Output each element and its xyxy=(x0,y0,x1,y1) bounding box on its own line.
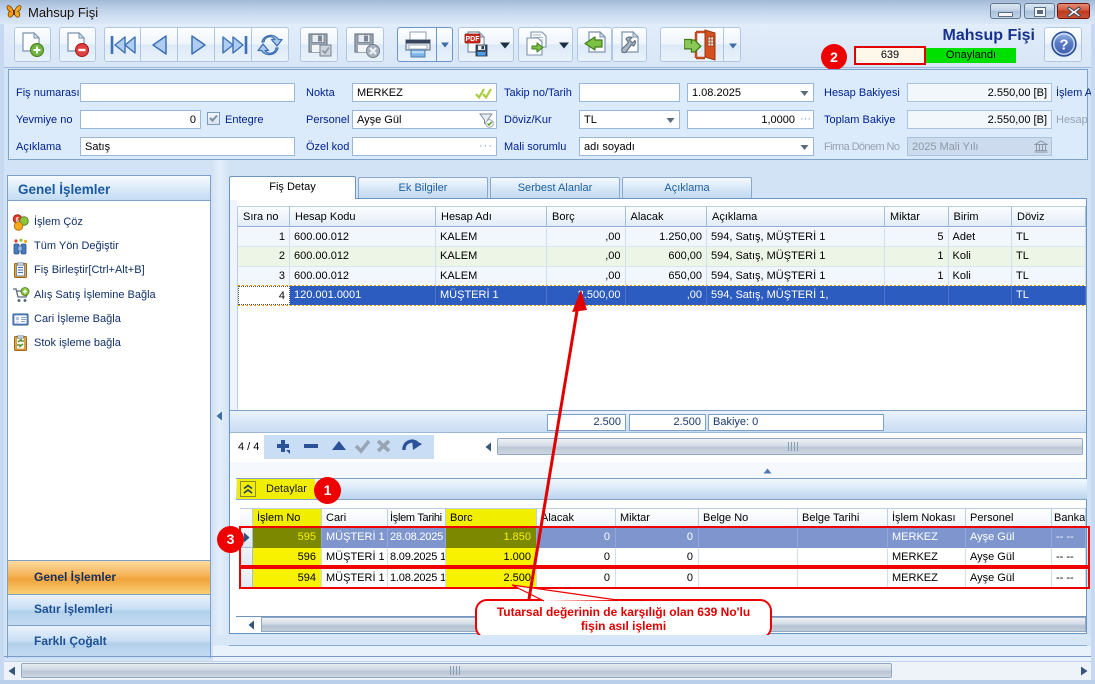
svg-text:?: ? xyxy=(1059,37,1068,54)
svg-text:PDF: PDF xyxy=(466,36,481,43)
